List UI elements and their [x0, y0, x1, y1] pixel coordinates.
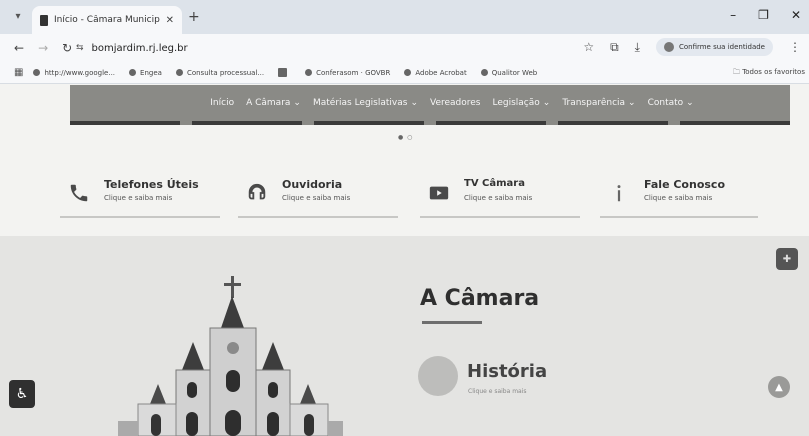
quick-link-ouvidoria[interactable]: Ouvidoria Clique e saiba mais: [238, 176, 398, 218]
download-icon[interactable]: ⤓: [635, 40, 640, 55]
tab-list-icon[interactable]: ▾: [10, 9, 26, 25]
quick-link-fale-conosco[interactable]: Fale Conosco Clique e saiba mais: [600, 176, 758, 218]
tab-close-icon[interactable]: ✕: [166, 15, 174, 26]
bookmark-favicon-icon: [33, 69, 41, 76]
reload-icon[interactable]: ↻: [62, 41, 72, 55]
bookmark-item[interactable]: Engea: [129, 69, 162, 77]
history-link-subtitle: Clique e saiba mais: [468, 388, 527, 395]
chevron-down-icon: ⌄: [628, 98, 636, 108]
phone-icon: [70, 184, 88, 202]
bookmark-favicon-icon: [278, 68, 288, 77]
nav-item[interactable]: Legislação ⌄: [493, 98, 551, 108]
avatar: [663, 42, 674, 52]
quick-link-telefones[interactable]: Telefones Úteis Clique e saiba mais: [60, 176, 220, 218]
bookmark-favicon-icon: [129, 69, 137, 76]
close-window-icon[interactable]: ✕: [791, 8, 801, 22]
bookmark-favicon-icon: [480, 69, 488, 76]
bookmark-item[interactable]: http://www.google...: [33, 69, 115, 77]
bookmark-item[interactable]: Qualitor Web: [480, 69, 537, 77]
history-link-title[interactable]: História: [467, 361, 547, 382]
bookmark-item[interactable]: Consulta processual...: [175, 69, 264, 77]
extensions-icon[interactable]: ⧉: [610, 40, 619, 55]
chevron-down-icon: ⌄: [542, 98, 551, 108]
book-icon[interactable]: [418, 356, 458, 396]
back-icon[interactable]: ←: [14, 41, 24, 55]
browser-tab[interactable]: Início - Câmara Municipal de B ✕: [32, 6, 182, 34]
section-title: A Câmara: [420, 286, 540, 311]
church-illustration: [118, 276, 343, 436]
nav-item[interactable]: A Câmara ⌄: [246, 98, 301, 108]
url-text[interactable]: bomjardim.rj.leg.br: [92, 43, 188, 54]
quick-link-subtitle: Clique e saiba mais: [104, 194, 173, 202]
chevron-down-icon: ⌄: [410, 98, 418, 108]
bookmark-item[interactable]: Adobe Acrobat: [404, 69, 467, 77]
headset-icon: [248, 183, 266, 200]
site-main-nav: Início A Câmara ⌄ Matérias Legislativas ⌄ Ver…: [70, 85, 790, 125]
nav-item-label: Vereadores: [430, 98, 481, 108]
nav-item[interactable]: Vereadores: [430, 98, 481, 108]
accessibility-icon[interactable]: ♿: [9, 380, 35, 408]
carousel-dots[interactable]: ● ○: [398, 134, 413, 141]
folder-icon: 🗀: [732, 68, 743, 76]
scroll-top-icon[interactable]: ▲: [768, 376, 790, 398]
apps-grid-icon[interactable]: ▦: [14, 67, 23, 78]
browser-toolbar: ← → ↻ ⇆ bomjardim.rj.leg.br ☆ ⧉ ⤓ Confir…: [0, 34, 809, 62]
forward-icon[interactable]: →: [38, 41, 48, 55]
video-icon: [429, 186, 449, 200]
bookmark-favicon-icon: [175, 69, 183, 76]
profile-button[interactable]: Confirme sua identidade: [655, 38, 773, 56]
quick-link-title: Telefones Úteis: [104, 178, 199, 191]
address-bar[interactable]: ⇆ bomjardim.rj.leg.br: [76, 38, 576, 58]
quick-link-title: Ouvidoria: [282, 178, 343, 191]
bookmarks-bar: ▦ http://www.google... Engea Consulta pr…: [0, 62, 809, 84]
site-info-icon[interactable]: ⇆: [76, 43, 84, 53]
quick-link-title: Fale Conosco: [644, 178, 725, 191]
title-divider: [422, 321, 482, 324]
tab-title: Início - Câmara Municipal de B: [54, 15, 160, 25]
bookmark-favicon-icon: [305, 69, 313, 76]
quick-link-subtitle: Clique e saiba mais: [282, 194, 351, 202]
translate-icon[interactable]: ✚: [776, 248, 798, 270]
nav-item[interactable]: Contato ⌄: [648, 98, 694, 108]
info-icon: [617, 185, 621, 202]
new-tab-button[interactable]: +: [188, 9, 200, 25]
menu-kebab-icon[interactable]: ⋮: [789, 40, 801, 54]
toolbar-actions: ☆ ⧉ ⤓ Confirme sua identidade ⋮: [583, 38, 801, 56]
tab-favicon-icon: [40, 14, 48, 26]
browser-tab-bar: ▾ Início - Câmara Municipal de B ✕ + – ❐…: [0, 0, 809, 34]
nav-item-label: Transparência: [562, 98, 626, 108]
profile-label: Confirme sua identidade: [678, 43, 765, 51]
nav-item[interactable]: Matérias Legislativas ⌄: [313, 98, 418, 108]
bookmark-item[interactable]: Conferasom · GOVBR: [305, 69, 390, 77]
nav-accent-bars: [70, 121, 790, 125]
maximize-icon[interactable]: ❐: [758, 8, 769, 22]
window-controls: – ❐ ✕: [730, 8, 801, 22]
quick-link-title: TV Câmara: [464, 178, 525, 189]
quick-link-tv-camara[interactable]: TV Câmara Clique e saiba mais: [420, 176, 580, 218]
minimize-icon[interactable]: –: [730, 8, 736, 22]
nav-item-label: Contato: [647, 98, 684, 108]
nav-item-label: A Câmara: [246, 98, 291, 108]
bookmark-star-icon[interactable]: ☆: [583, 40, 594, 54]
nav-item[interactable]: Início: [210, 98, 234, 108]
bookmark-favicon-icon: [404, 69, 412, 76]
all-bookmarks-link[interactable]: 🗀 Todos os favoritos: [733, 68, 805, 79]
quick-link-subtitle: Clique e saiba mais: [644, 194, 713, 202]
nav-item[interactable]: Transparência ⌄: [562, 98, 635, 108]
nav-item-label: Legislação: [492, 98, 540, 108]
chevron-down-icon: ⌄: [686, 98, 694, 108]
nav-item-label: Início: [210, 98, 235, 108]
nav-item-label: Matérias Legislativas: [312, 98, 408, 108]
chevron-down-icon: ⌄: [293, 98, 301, 108]
quick-link-subtitle: Clique e saiba mais: [464, 194, 533, 202]
nav-menu: Início A Câmara ⌄ Matérias Legislativas ⌄ Ver…: [70, 85, 790, 121]
bookmark-item[interactable]: [278, 68, 291, 77]
